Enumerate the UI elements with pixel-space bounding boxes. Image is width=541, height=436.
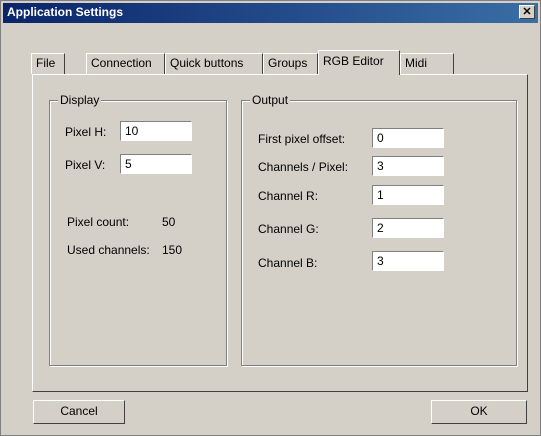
pixel-v-label: Pixel V: <box>65 158 106 172</box>
pixel-count-value: 50 <box>162 215 176 229</box>
display-group-label: Display <box>58 93 102 107</box>
ok-button[interactable]: OK <box>431 400 527 424</box>
channel-b-label: Channel B: <box>258 256 318 270</box>
tab-file[interactable]: File <box>31 53 65 74</box>
first-pixel-offset-label: First pixel offset: <box>258 132 346 146</box>
pixel-h-field[interactable]: 10 <box>120 121 192 141</box>
tab-connection[interactable]: Connection <box>86 53 165 74</box>
window-title: Application Settings <box>7 5 124 19</box>
display-group: Display Pixel H: 10 Pixel V: 5 Pixel cou… <box>49 93 227 366</box>
output-group-label: Output <box>250 93 291 107</box>
title-bar[interactable]: Application Settings ✕ <box>3 3 538 23</box>
channel-g-field[interactable]: 2 <box>372 218 444 238</box>
channel-b-field[interactable]: 3 <box>372 251 444 271</box>
used-channels-value: 150 <box>162 243 183 257</box>
tab-panel: Display Pixel H: 10 Pixel V: 5 Pixel cou… <box>32 74 528 392</box>
channel-r-field[interactable]: 1 <box>372 185 444 205</box>
channels-per-pixel-label: Channels / Pixel: <box>258 160 349 174</box>
output-group: Output First pixel offset: 0 Channels / … <box>241 93 517 366</box>
tab-quick-buttons[interactable]: Quick buttons <box>165 53 263 74</box>
cancel-button[interactable]: Cancel <box>33 400 125 424</box>
first-pixel-offset-field[interactable]: 0 <box>372 128 444 148</box>
channels-per-pixel-field[interactable]: 3 <box>372 156 444 176</box>
pixel-h-label: Pixel H: <box>65 125 107 139</box>
pixel-count-label: Pixel count: <box>67 215 130 229</box>
used-channels-label: Used channels: <box>67 243 150 257</box>
tab-midi[interactable]: Midi <box>400 53 454 74</box>
channel-r-label: Channel R: <box>258 189 319 203</box>
channel-g-label: Channel G: <box>258 222 319 236</box>
pixel-v-field[interactable]: 5 <box>120 154 192 174</box>
settings-window: Application Settings ✕ File Connection Q… <box>0 0 541 436</box>
tab-groups[interactable]: Groups <box>263 53 318 74</box>
tab-rgb-editor[interactable]: RGB Editor <box>318 50 400 75</box>
close-button[interactable]: ✕ <box>519 5 535 19</box>
